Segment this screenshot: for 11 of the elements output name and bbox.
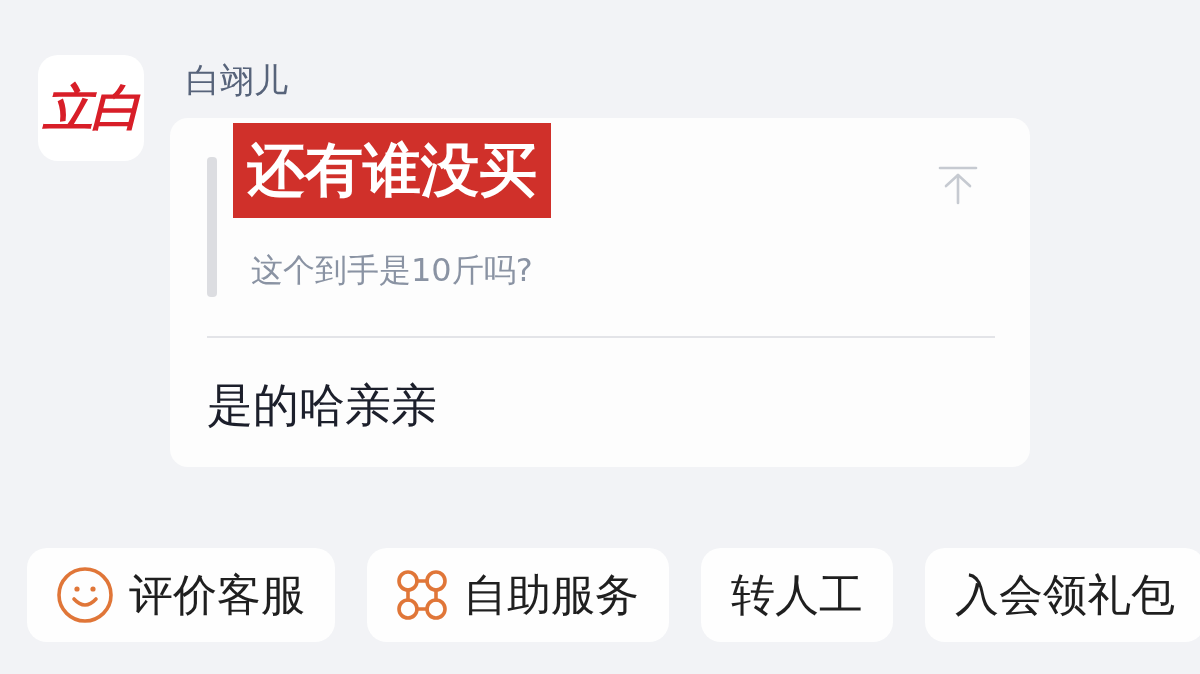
quoted-message: 这个到手是10斤吗? — [251, 250, 534, 291]
quick-action-button[interactable]: 入会领礼包 — [925, 548, 1200, 642]
four-rings-icon — [397, 570, 447, 620]
sticker-caption: 还有谁没买 — [233, 123, 551, 218]
quick-action-button[interactable]: 自助服务 — [367, 548, 669, 642]
reply-text: 是的哈亲亲 — [207, 377, 438, 434]
smiley-icon — [57, 567, 113, 623]
quick-action-button[interactable]: 评价客服 — [27, 548, 335, 642]
quick-action-button[interactable]: 转人工 — [701, 548, 893, 642]
sender-name: 白翊儿 — [186, 60, 288, 101]
brand-logo: 立白 — [38, 55, 144, 161]
